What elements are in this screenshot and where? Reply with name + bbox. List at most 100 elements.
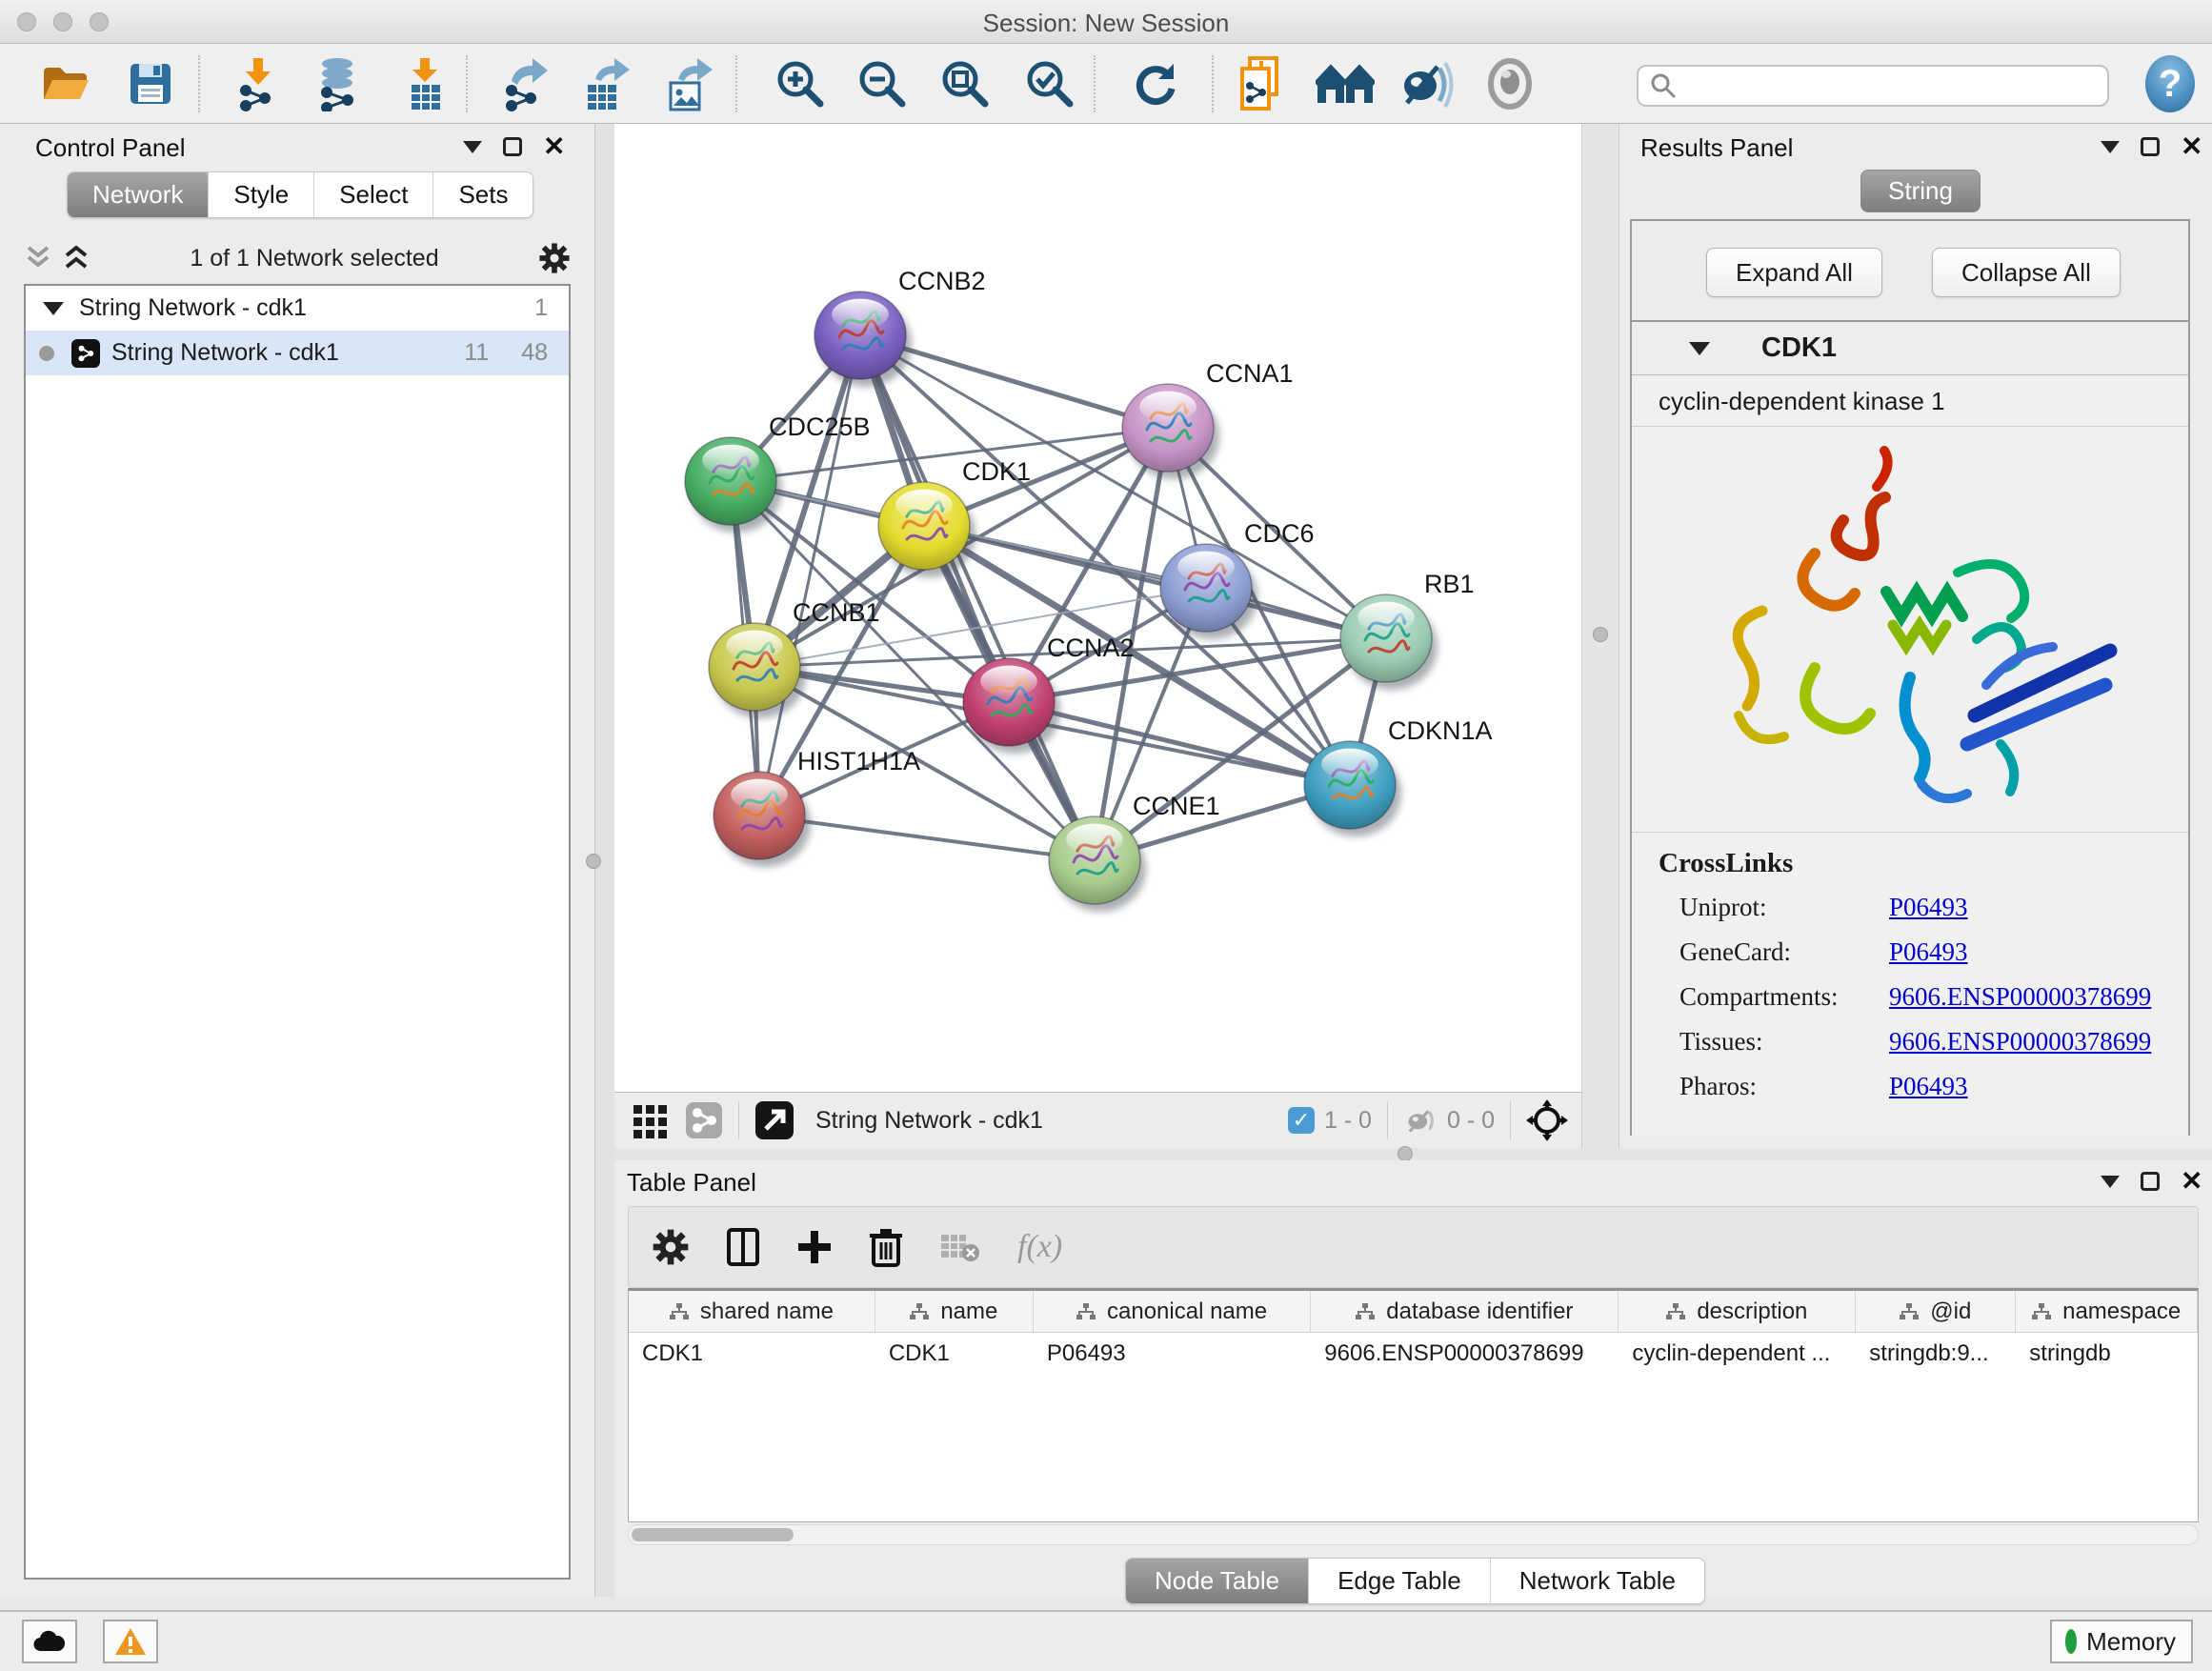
network-node-hist1h1a[interactable]: HIST1H1A bbox=[714, 747, 920, 867]
panel-splitter-horizontal[interactable] bbox=[614, 1148, 2212, 1160]
network-collection-row[interactable]: String Network - cdk1 1 bbox=[26, 286, 569, 331]
network-canvas[interactable]: CCNB2CCNA1CDC25BCDK1CDC6RB1CCNB1CCNA2CDK… bbox=[614, 124, 1581, 1092]
network-node-ccna1[interactable]: CCNA1 bbox=[1122, 359, 1294, 479]
tab-edge-table[interactable]: Edge Table bbox=[1309, 1559, 1491, 1603]
collapse-all-icon[interactable] bbox=[24, 244, 52, 272]
node-label-rb1: RB1 bbox=[1424, 570, 1475, 598]
gene-section-header[interactable]: CDK1 bbox=[1632, 322, 2188, 375]
zoom-in-button[interactable] bbox=[768, 51, 833, 116]
tab-sets[interactable]: Sets bbox=[433, 172, 533, 217]
delete-icon[interactable] bbox=[869, 1227, 903, 1267]
cloud-status-button[interactable] bbox=[22, 1620, 77, 1663]
table-cell[interactable]: CDK1 bbox=[629, 1333, 875, 1375]
network-row[interactable]: String Network - cdk1 11 48 bbox=[26, 331, 569, 375]
column-header[interactable]: name bbox=[875, 1291, 1034, 1332]
network-node-rb1[interactable]: RB1 bbox=[1340, 570, 1475, 690]
panel-menu-icon[interactable] bbox=[2101, 141, 2120, 153]
column-header[interactable]: canonical name bbox=[1034, 1291, 1311, 1332]
network-node-cdk1[interactable]: CDK1 bbox=[878, 457, 1031, 577]
tab-string[interactable]: String bbox=[1860, 170, 1981, 212]
network-node-cdc6[interactable]: CDC6 bbox=[1160, 519, 1315, 639]
help-button[interactable]: ? bbox=[2138, 51, 2202, 116]
table-cell[interactable]: stringdb:9... bbox=[1856, 1333, 2016, 1375]
table-horizontal-scrollbar[interactable] bbox=[628, 1524, 2199, 1545]
import-table-button[interactable] bbox=[392, 51, 457, 116]
fit-content-crosshair-icon[interactable] bbox=[1526, 1099, 1568, 1141]
tab-node-table[interactable]: Node Table bbox=[1126, 1559, 1309, 1603]
hide-selection-button[interactable] bbox=[1394, 51, 1458, 116]
panel-splitter-vertical[interactable] bbox=[595, 124, 614, 1597]
network-options-gear-icon[interactable] bbox=[538, 242, 571, 274]
memory-button[interactable]: Memory bbox=[2050, 1620, 2193, 1663]
column-header[interactable]: namespace bbox=[2016, 1291, 2198, 1332]
column-header[interactable]: @id bbox=[1856, 1291, 2016, 1332]
panel-close-icon[interactable]: ✕ bbox=[2181, 137, 2202, 156]
panel-close-icon[interactable]: ✕ bbox=[2181, 1172, 2202, 1191]
expand-all-icon[interactable] bbox=[62, 244, 90, 272]
crosslink-link[interactable]: 9606.ENSP00000378699 bbox=[1889, 982, 2151, 1012]
panel-float-icon[interactable] bbox=[503, 137, 522, 156]
panel-float-icon[interactable] bbox=[2141, 137, 2160, 156]
node-table[interactable]: shared namenamecanonical namedatabase id… bbox=[628, 1288, 2199, 1522]
splitter-handle[interactable] bbox=[1398, 1146, 1413, 1161]
crosslink-link[interactable]: P06493 bbox=[1889, 893, 1968, 922]
import-network-from-database-button[interactable] bbox=[305, 51, 370, 116]
expand-all-button[interactable]: Expand All bbox=[1706, 248, 1882, 297]
table-cell[interactable]: stringdb bbox=[2016, 1333, 2198, 1375]
string-style-icon[interactable] bbox=[685, 1101, 723, 1139]
column-header[interactable]: shared name bbox=[629, 1291, 875, 1332]
panel-menu-icon[interactable] bbox=[463, 141, 482, 153]
open-session-button[interactable] bbox=[32, 51, 97, 116]
gene-expander-icon[interactable] bbox=[1689, 342, 1710, 355]
network-node-ccne1[interactable]: CCNE1 bbox=[1049, 792, 1220, 912]
search-input[interactable] bbox=[1684, 69, 2107, 103]
copy-network-button[interactable] bbox=[1229, 51, 1294, 116]
panel-splitter-results[interactable] bbox=[1581, 124, 1619, 1148]
export-network-button[interactable] bbox=[493, 51, 557, 116]
network-node-cdc25b[interactable]: CDC25B bbox=[685, 413, 871, 533]
network-node-ccnb1[interactable]: CCNB1 bbox=[709, 598, 880, 718]
splitter-handle[interactable] bbox=[586, 854, 601, 869]
export-image-button[interactable] bbox=[657, 51, 722, 116]
open-in-new-icon[interactable] bbox=[754, 1100, 794, 1140]
table-options-gear-icon[interactable] bbox=[652, 1228, 690, 1266]
tab-network-table[interactable]: Network Table bbox=[1491, 1559, 1704, 1603]
crosslink-link[interactable]: P06493 bbox=[1889, 1072, 1968, 1101]
save-session-button[interactable] bbox=[118, 51, 183, 116]
collapse-all-button[interactable]: Collapse All bbox=[1932, 248, 2121, 297]
network-node-cdkn1a[interactable]: CDKN1A bbox=[1304, 716, 1493, 836]
export-table-button[interactable] bbox=[574, 51, 639, 116]
tab-style[interactable]: Style bbox=[209, 172, 314, 217]
warnings-button[interactable] bbox=[103, 1620, 158, 1663]
apply-layout-button[interactable] bbox=[1123, 51, 1188, 116]
network-node-ccnb2[interactable]: CCNB2 bbox=[814, 267, 986, 387]
show-columns-icon[interactable] bbox=[726, 1227, 760, 1267]
search-field[interactable] bbox=[1637, 65, 2109, 107]
selected-checkbox[interactable]: ✓ bbox=[1288, 1107, 1315, 1134]
column-header[interactable]: description bbox=[1619, 1291, 1856, 1332]
zoom-out-button[interactable] bbox=[850, 51, 915, 116]
table-row[interactable]: CDK1CDK1P064939606.ENSP00000378699cyclin… bbox=[629, 1333, 2198, 1375]
panel-close-icon[interactable]: ✕ bbox=[543, 137, 565, 156]
panel-float-icon[interactable] bbox=[2141, 1172, 2160, 1191]
tab-select[interactable]: Select bbox=[314, 172, 433, 217]
panel-menu-icon[interactable] bbox=[2101, 1176, 2120, 1188]
zoom-selected-button[interactable] bbox=[1017, 51, 1082, 116]
table-cell[interactable]: 9606.ENSP00000378699 bbox=[1311, 1333, 1619, 1375]
table-cell[interactable]: P06493 bbox=[1034, 1333, 1311, 1375]
show-all-button[interactable] bbox=[1478, 51, 1542, 116]
tab-network[interactable]: Network bbox=[68, 172, 209, 217]
import-network-button[interactable] bbox=[225, 51, 290, 116]
table-cell[interactable]: cyclin-dependent ... bbox=[1619, 1333, 1856, 1375]
scrollbar-thumb[interactable] bbox=[632, 1528, 794, 1541]
collection-expander-icon[interactable] bbox=[43, 302, 64, 315]
birds-eye-grid-icon[interactable] bbox=[632, 1101, 670, 1139]
add-icon[interactable] bbox=[796, 1229, 833, 1265]
table-cell[interactable]: CDK1 bbox=[875, 1333, 1034, 1375]
crosslink-link[interactable]: P06493 bbox=[1889, 937, 1968, 967]
zoom-fit-button[interactable] bbox=[933, 51, 997, 116]
home-button[interactable] bbox=[1313, 51, 1377, 116]
crosslink-link[interactable]: 9606.ENSP00000378699 bbox=[1889, 1027, 2151, 1057]
splitter-handle[interactable] bbox=[1593, 627, 1608, 642]
column-header[interactable]: database identifier bbox=[1311, 1291, 1619, 1332]
